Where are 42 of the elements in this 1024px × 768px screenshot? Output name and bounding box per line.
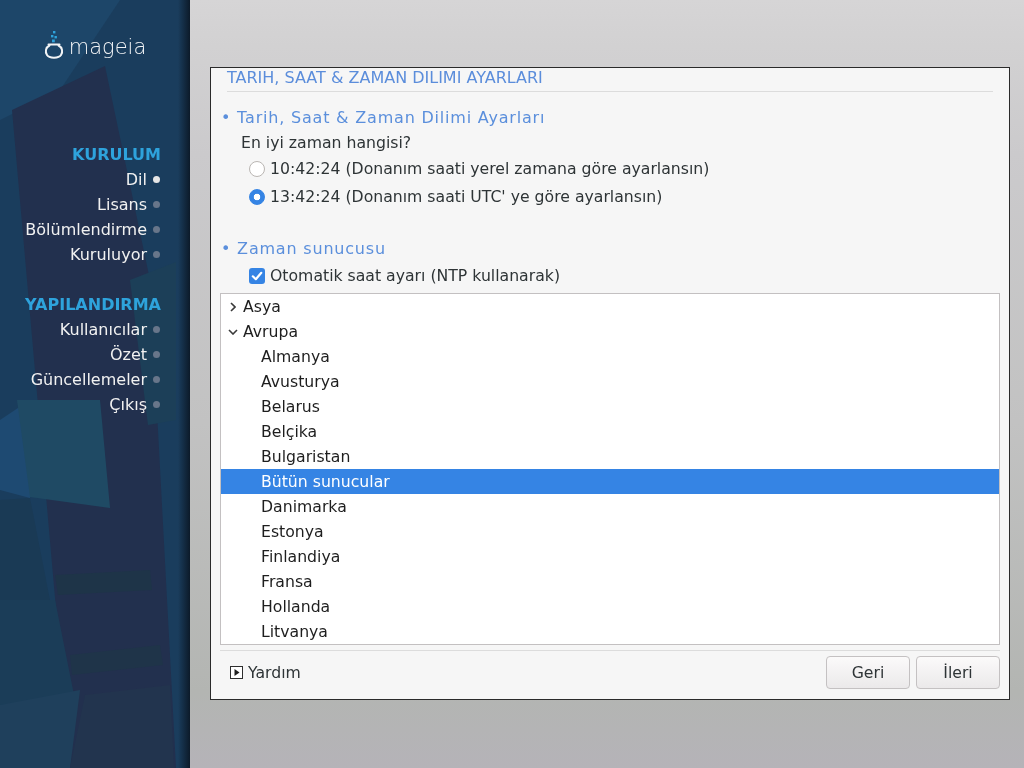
server-tree-item[interactable]: Avrupa	[221, 319, 999, 344]
step-label: Özet	[109, 344, 147, 366]
question-label: En iyi zaman hangisi?	[241, 133, 412, 153]
radio-button[interactable]	[249, 189, 265, 205]
step-label: Çıkış	[109, 394, 147, 416]
checkbox-label: Otomatik saat ayarı (NTP kullanarak)	[270, 266, 560, 286]
step-label: Lisans	[97, 194, 147, 216]
nav-button[interactable]: İleri	[916, 656, 1000, 689]
server-tree-item[interactable]: Asya	[221, 294, 999, 319]
chevron-down-icon[interactable]	[228, 328, 238, 335]
step-group-title: KURULUM	[72, 144, 161, 166]
section-heading: • Zaman sunucusu	[221, 239, 386, 259]
chevron-right-icon[interactable]	[230, 301, 236, 312]
checkbox[interactable]	[249, 268, 265, 284]
server-tree-item[interactable]: Almanya	[221, 344, 999, 369]
server-tree-item[interactable]: Belarus	[221, 394, 999, 419]
radio-button[interactable]	[249, 161, 265, 177]
server-tree-item[interactable]: Hollanda	[221, 594, 999, 619]
radio-label: 10:42:24 (Donanım saati yerel zamana göre ayarlansın)	[270, 159, 710, 179]
step-label: Bölümlendirme	[25, 219, 147, 241]
step-label: Kuruluyor	[70, 244, 147, 266]
server-tree-item[interactable]: Finlandiya	[221, 544, 999, 569]
step-label: Dil	[125, 169, 147, 191]
cauldron-logo-icon	[43, 31, 64, 60]
server-tree-item[interactable]: Bulgaristan	[221, 444, 999, 469]
server-tree-item[interactable]: Danimarka	[221, 494, 999, 519]
step-group-title: YAPILANDIRMA	[25, 294, 161, 316]
server-tree-item[interactable]: Estonya	[221, 519, 999, 544]
triangle-right-icon	[230, 666, 243, 679]
nav-button[interactable]: Geri	[826, 656, 910, 689]
server-tree-item[interactable]: Avusturya	[221, 369, 999, 394]
server-tree-item[interactable]: Belçika	[221, 419, 999, 444]
server-tree-item[interactable]: Bütün sunucular	[221, 469, 999, 494]
window-title: TARIH, SAAT & ZAMAN DILIMI AYARLARI	[227, 69, 543, 87]
step-label: Güncellemeler	[30, 369, 147, 391]
step-label: Kullanıcılar	[59, 319, 147, 341]
section-heading: • Tarih, Saat & Zaman Dilimi Ayarları	[221, 108, 546, 128]
server-tree-item[interactable]: Fransa	[221, 569, 999, 594]
help-toggle[interactable]: Yardım	[230, 663, 301, 682]
server-tree-item[interactable]: Litvanya	[221, 619, 999, 644]
radio-label: 13:42:24 (Donanım saati UTC' ye göre ayarlansın)	[270, 187, 663, 207]
logo-wordmark: mageia	[68, 36, 147, 58]
